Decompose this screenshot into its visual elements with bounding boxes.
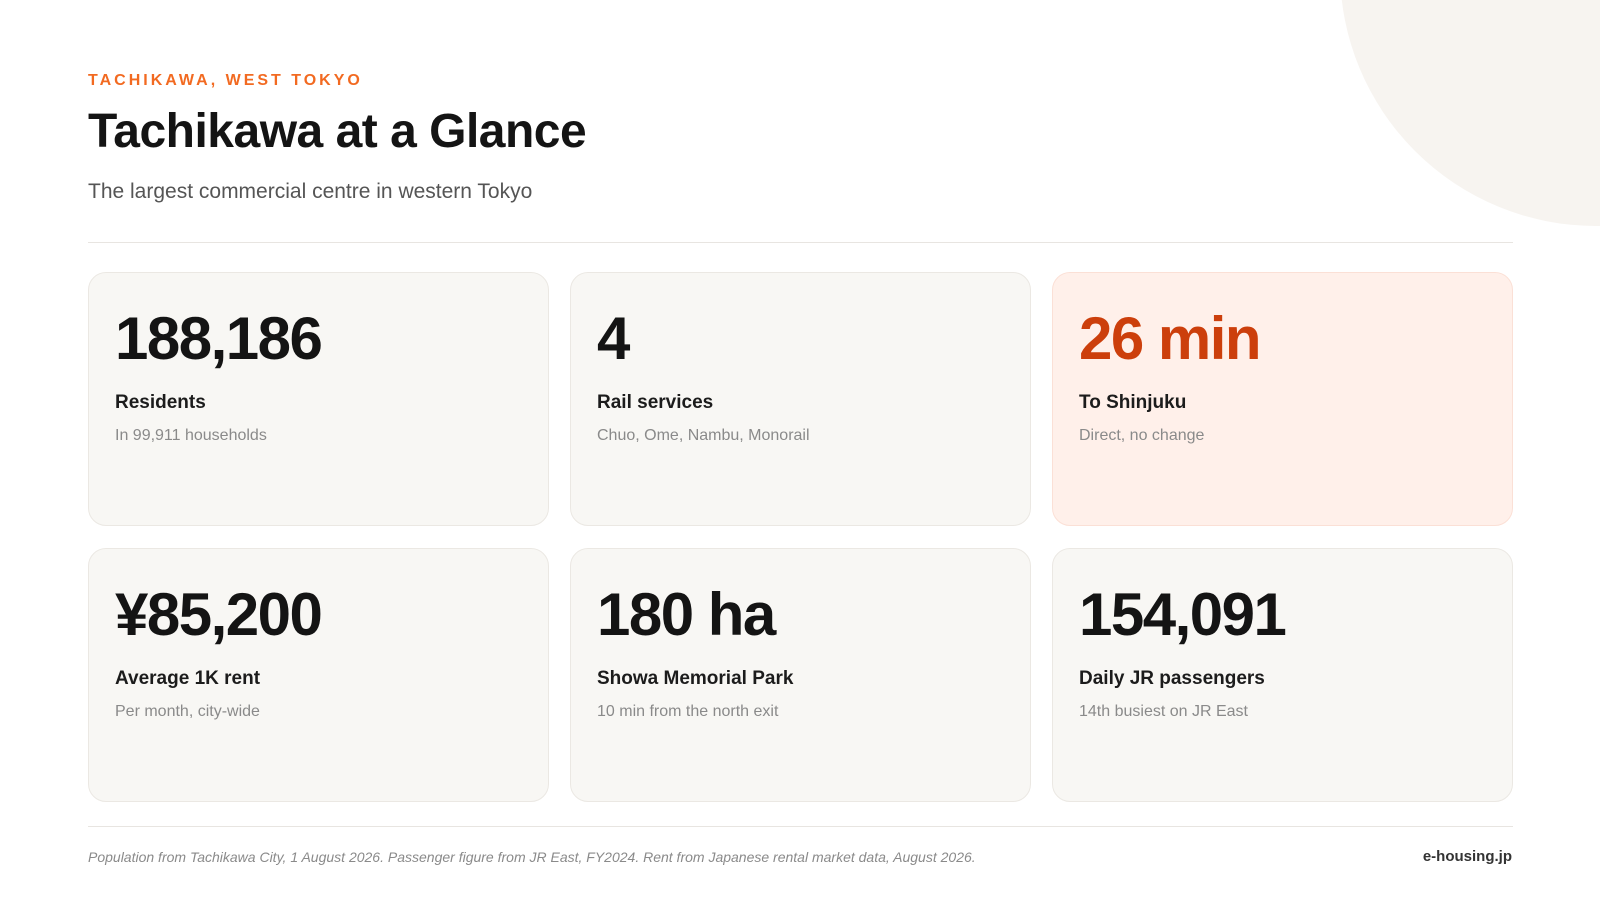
eyebrow-label: TACHIKAWA, WEST TOKYO [88, 72, 363, 89]
stat-value: 154,091 [1079, 581, 1287, 648]
stat-note: In 99,911 households [115, 427, 267, 444]
stat-note: Chuo, Ome, Nambu, Monorail [597, 427, 810, 444]
stat-label: Showa Memorial Park [597, 668, 794, 689]
stat-label: To Shinjuku [1079, 392, 1187, 413]
stat-note: 10 min from the north exit [597, 703, 779, 720]
stat-card-jr-passengers: 154,091 Daily JR passengers 14th busiest… [1052, 548, 1513, 802]
stat-label: Residents [115, 392, 206, 413]
stat-label: Average 1K rent [115, 668, 261, 689]
page-subtitle: The largest commercial centre in western… [88, 180, 533, 203]
stat-card-rail-services: 4 Rail services Chuo, Ome, Nambu, Monora… [570, 272, 1031, 526]
stat-note: Direct, no change [1079, 427, 1205, 444]
slide: TACHIKAWA, WEST TOKYO Tachikawa at a Gla… [0, 0, 1600, 900]
brand-wordmark: e-housing.jp [1422, 848, 1512, 865]
stat-note: 14th busiest on JR East [1079, 703, 1248, 720]
stat-value: 180 ha [597, 581, 776, 648]
decorative-circle [1340, 0, 1600, 226]
stat-card-residents: 188,186 Residents In 99,911 households [88, 272, 549, 526]
stat-label: Daily JR passengers [1079, 668, 1265, 689]
page-title: Tachikawa at a Glance [88, 105, 587, 158]
stat-card-to-shinjuku: 26 min To Shinjuku Direct, no change [1052, 272, 1513, 526]
stat-value: 188,186 [115, 305, 323, 372]
stat-value: 4 [597, 305, 630, 372]
stat-card-average-rent: ¥85,200 Average 1K rent Per month, city-… [88, 548, 549, 802]
stat-label: Rail services [597, 392, 714, 413]
stats-grid: 188,186 Residents In 99,911 households 4… [88, 272, 1513, 802]
source-footnote: Population from Tachikawa City, 1 August… [88, 849, 976, 865]
stat-card-showa-park: 180 ha Showa Memorial Park 10 min from t… [570, 548, 1031, 802]
bottom-divider [88, 826, 1513, 827]
stat-value: 26 min [1079, 305, 1262, 372]
stat-value: ¥85,200 [115, 581, 323, 648]
top-divider [88, 242, 1513, 243]
stat-note: Per month, city-wide [115, 703, 260, 720]
